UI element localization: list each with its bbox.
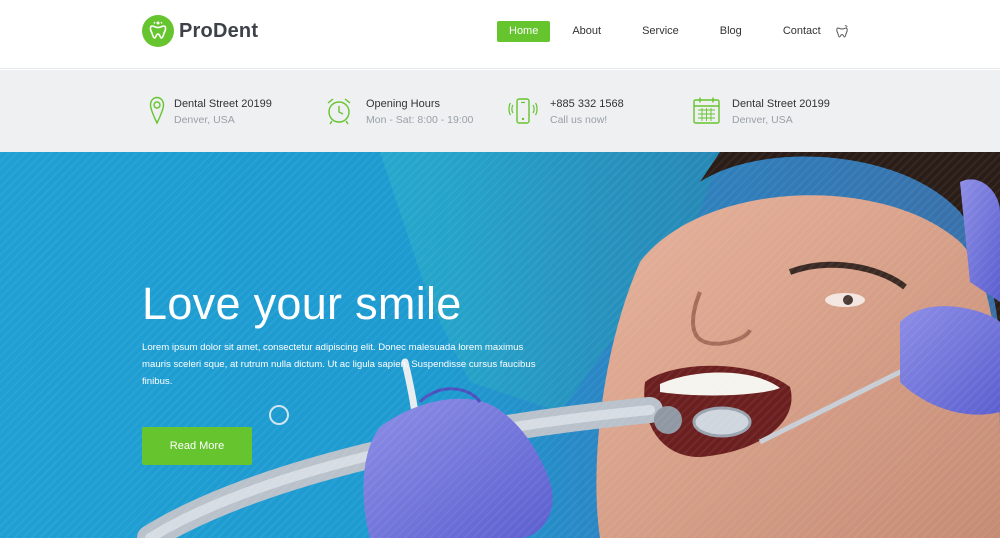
phone-icon (508, 98, 538, 124)
main-nav: Home About Service Blog Contact (497, 21, 833, 42)
nav-blog[interactable]: Blog (708, 21, 754, 42)
hero-title: Love your smile (142, 278, 462, 329)
info-hours-subtitle: Mon - Sat: 8:00 - 19:00 (366, 114, 474, 126)
hero-section: Love your smile Lorem ipsum dolor sit am… (0, 152, 1000, 538)
calendar-icon (693, 97, 720, 124)
logo[interactable]: ProDent (142, 15, 258, 47)
location-pin-icon (149, 96, 165, 125)
nav-service[interactable]: Service (630, 21, 691, 42)
brand-name: ProDent (179, 19, 259, 42)
nav-about[interactable]: About (560, 21, 613, 42)
info-location-title: Dental Street 20199 (732, 98, 830, 110)
info-address-title: Dental Street 20199 (174, 98, 272, 110)
info-bar: Dental Street 20199 Denver, USA Opening … (0, 70, 1000, 152)
info-address-subtitle: Denver, USA (174, 114, 235, 126)
nav-home[interactable]: Home (497, 21, 551, 42)
info-location-subtitle: Denver, USA (732, 114, 793, 126)
alarm-clock-icon (327, 98, 351, 125)
tooth-logo-icon (142, 15, 174, 47)
nav-contact[interactable]: Contact (771, 21, 833, 42)
site-header: ProDent Home About Service Blog Contact (0, 0, 1000, 69)
info-hours-title: Opening Hours (366, 98, 440, 110)
info-phone-title: +885 332 1568 (550, 98, 624, 110)
tooth-icon[interactable] (836, 25, 848, 38)
read-more-button[interactable]: Read More (142, 427, 252, 465)
info-phone-subtitle: Call us now! (550, 114, 608, 126)
hero-text: Lorem ipsum dolor sit amet, consectetur … (142, 342, 536, 387)
